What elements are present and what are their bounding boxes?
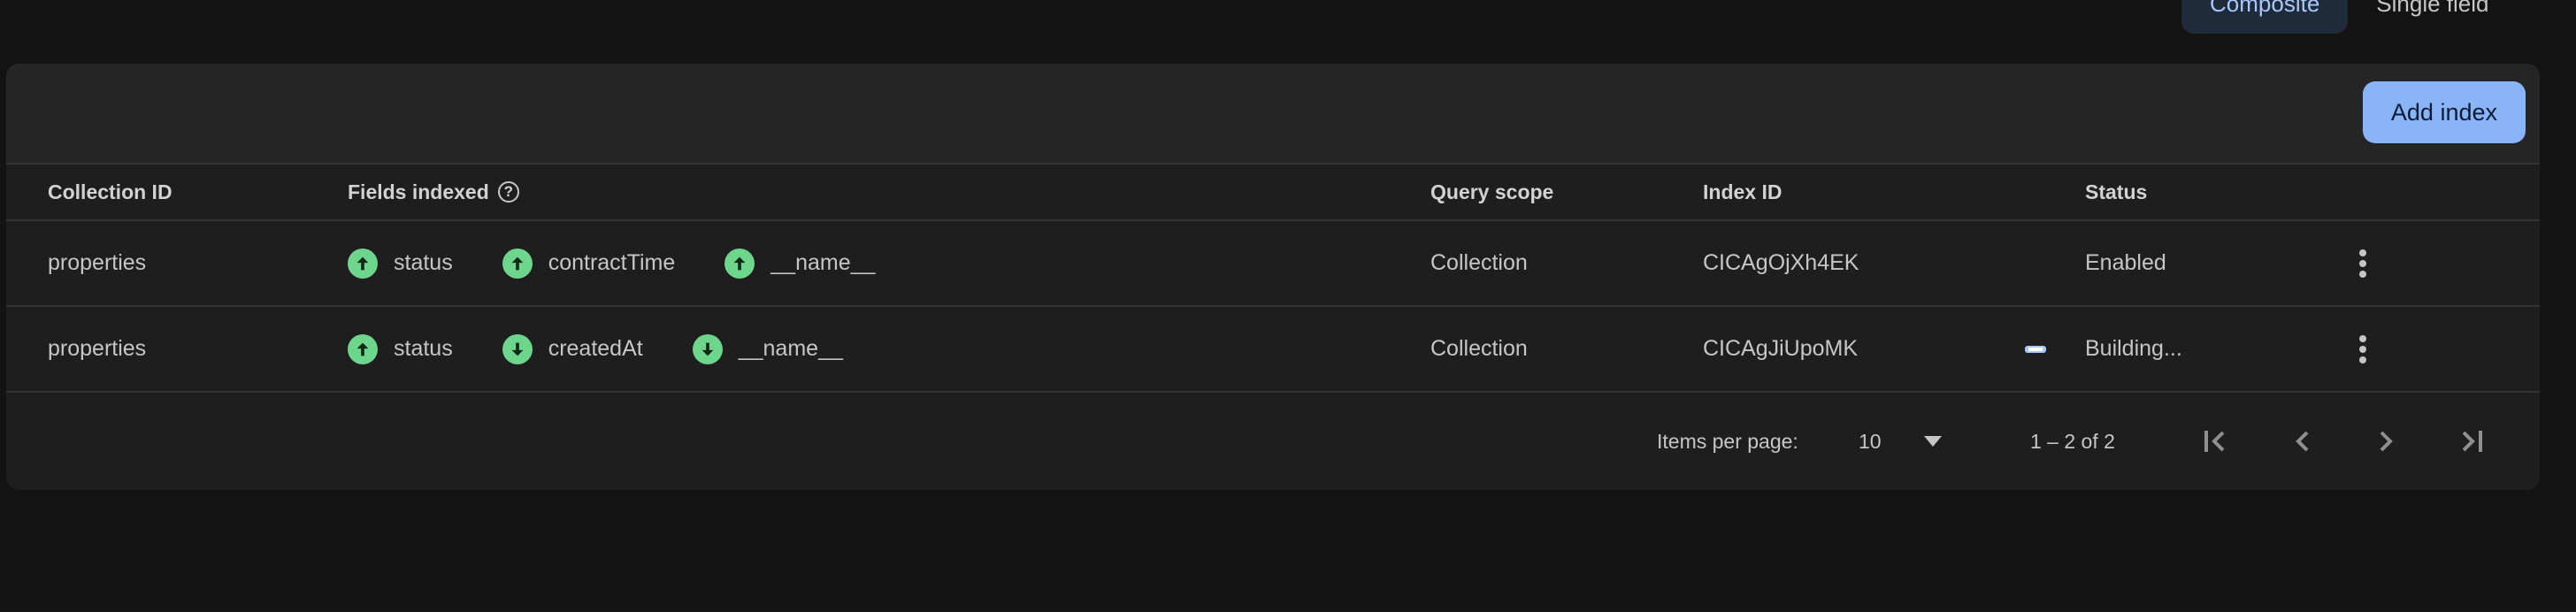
status-cell: Enabled (2085, 250, 2166, 275)
composite-toggle-button[interactable]: Composite (2181, 0, 2349, 34)
more-vert-icon[interactable] (2345, 332, 2380, 367)
table-header-row: Collection ID Fields indexed ? Query sco… (6, 164, 2540, 221)
field-chip: contractTime (502, 248, 676, 279)
dropdown-arrow-icon (1924, 436, 1942, 447)
field-name: status (394, 250, 453, 275)
previous-page-icon[interactable] (2278, 417, 2326, 465)
items-per-page-select[interactable]: 10 (1859, 393, 1942, 490)
field-name: __name__ (738, 336, 843, 361)
building-progress (2025, 307, 2046, 391)
more-vert-icon[interactable] (2345, 246, 2380, 281)
status-cell: Building... (2085, 336, 2182, 361)
row-menu (2345, 221, 2380, 305)
field-chip: __name__ (724, 248, 876, 279)
field-name: createdAt (548, 336, 643, 361)
first-page-icon[interactable] (2191, 417, 2239, 465)
query-scope-cell: Collection (1430, 336, 1528, 361)
table-row[interactable]: properties status createdAt __name__ Col… (6, 307, 2540, 393)
help-icon[interactable]: ? (497, 181, 519, 203)
table-row[interactable]: properties status contractTime __name__ (6, 221, 2540, 307)
header-collection-id[interactable]: Collection ID (48, 164, 172, 219)
field-name: status (394, 336, 453, 361)
fields-cell: status createdAt __name__ (348, 307, 893, 391)
field-name: contractTime (548, 250, 676, 275)
next-page-icon[interactable] (2363, 417, 2411, 465)
header-status[interactable]: Status (2085, 164, 2147, 219)
index-type-toggle: Composite Single field (2181, 0, 2517, 34)
last-page-icon[interactable] (2448, 417, 2496, 465)
field-chip: createdAt (502, 333, 643, 364)
arrow-down-icon (692, 333, 723, 364)
index-id-cell: CICAgOjXh4EK (1703, 250, 1859, 275)
row-menu (2345, 307, 2380, 391)
collection-id-cell: properties (48, 250, 147, 275)
arrow-up-icon (348, 248, 378, 279)
items-per-page-label: Items per page: (1657, 429, 1798, 453)
header-fields-indexed-label: Fields indexed (348, 180, 489, 203)
arrow-up-icon (724, 248, 755, 279)
arrow-up-icon (348, 333, 378, 364)
add-index-button[interactable]: Add index (2362, 81, 2526, 143)
collection-id-cell: properties (48, 336, 147, 361)
field-chip: __name__ (692, 333, 843, 364)
field-chip: status (348, 248, 453, 279)
header-query-scope[interactable]: Query scope (1430, 164, 1553, 219)
fields-cell: status contractTime __name__ (348, 221, 924, 305)
single-field-toggle-button[interactable]: Single field (2348, 0, 2517, 34)
table-toolbar: Add index (6, 64, 2540, 164)
field-chip: status (348, 333, 453, 364)
field-name: __name__ (770, 250, 876, 275)
indexes-card: Add index Collection ID Fields indexed ?… (6, 64, 2540, 490)
header-index-id[interactable]: Index ID (1703, 164, 1782, 219)
header-fields-indexed: Fields indexed ? (348, 164, 519, 219)
range-label: 1 – 2 of 2 (2030, 429, 2115, 453)
items-per-page-value: 10 (1859, 429, 1882, 453)
arrow-down-icon (502, 333, 533, 364)
paginator: Items per page: 10 1 – 2 of 2 (6, 393, 2540, 490)
query-scope-cell: Collection (1430, 250, 1528, 275)
progress-spinner-icon (2025, 345, 2046, 353)
index-id-cell: CICAgJiUpoMK (1703, 336, 1859, 361)
arrow-up-icon (502, 248, 533, 279)
